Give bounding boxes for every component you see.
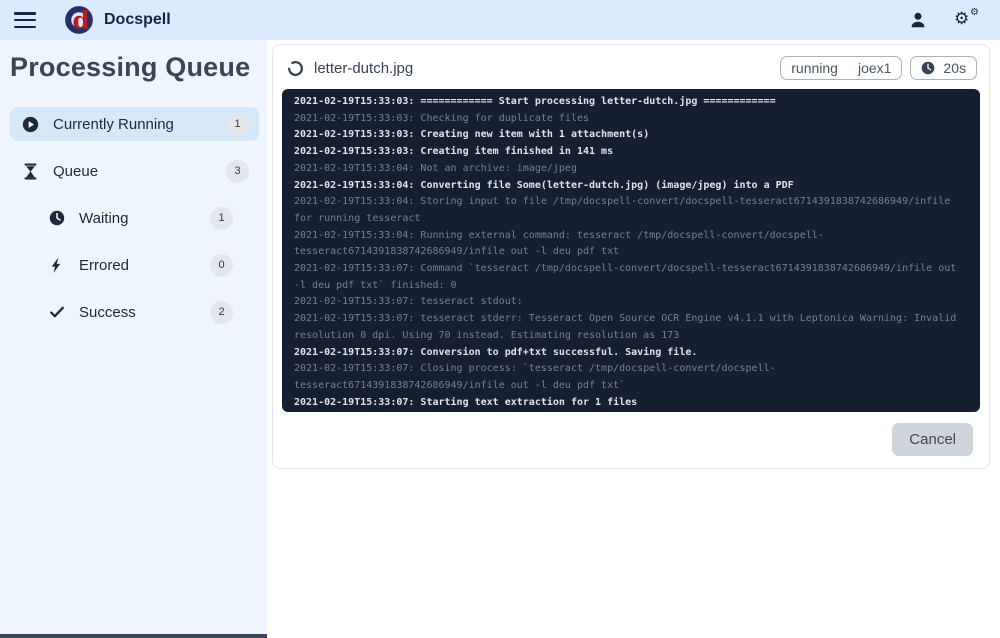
job-state-badge: running joex1 — [780, 56, 903, 80]
count-badge: 3 — [226, 159, 249, 183]
job-duration-badge: 20s — [910, 56, 977, 80]
docspell-logo: d — [64, 5, 94, 35]
log-line: 2021-02-19T15:33:03: Creating item finis… — [294, 146, 614, 158]
bolt-icon — [48, 257, 65, 274]
log-line: 2021-02-19T15:33:07: Starting text extra… — [294, 396, 638, 408]
log-line: 2021-02-19T15:33:07: tesseract stdout: — [294, 296, 529, 308]
log-line: 2021-02-19T15:33:04: Not an archive: ima… — [294, 162, 577, 174]
log-line: 2021-02-19T15:33:03: Checking for duplic… — [294, 112, 590, 124]
log-line: 2021-02-19T15:33:07: tesseract stderr: T… — [294, 313, 963, 341]
job-state: running — [791, 60, 838, 76]
job-card-footer: Cancel — [273, 412, 989, 468]
count-badge: 1 — [210, 206, 233, 230]
log-line: 2021-02-19T15:33:04: Running external co… — [294, 229, 824, 258]
log-line: 2021-02-19T15:33:07: Command `tesseract … — [294, 263, 963, 291]
sidebar-item-label: Currently Running — [53, 115, 174, 133]
page-title: Processing Queue — [10, 52, 251, 82]
sidebar-horizontal-scrollbar[interactable] — [0, 634, 267, 638]
log-line: 2021-02-19T15:33:03: ============ Start … — [294, 96, 776, 107]
main-content: letter-dutch.jpg running joex1 20s 2021-0… — [267, 40, 1000, 638]
job-duration: 20s — [943, 60, 966, 76]
job-filename: letter-dutch.jpg — [314, 59, 414, 77]
sidebar-item-label: Waiting — [79, 209, 129, 227]
spinner-icon — [287, 60, 304, 77]
user-icon[interactable] — [908, 10, 928, 30]
clock-icon — [921, 61, 935, 75]
hamburger-menu-icon[interactable] — [14, 12, 36, 28]
hourglass-icon — [22, 163, 39, 180]
settings-gears-icon[interactable]: ⚙ ⚙ — [954, 7, 979, 31]
count-badge: 1 — [226, 112, 249, 136]
sidebar-item-waiting[interactable]: Waiting 1 — [36, 201, 259, 235]
app-title: Docspell — [104, 11, 171, 28]
count-badge: 0 — [210, 253, 233, 277]
log-console[interactable]: 2021-02-19T15:33:03: ============ Start … — [282, 89, 980, 412]
check-icon — [48, 304, 65, 321]
sidebar-item-errored[interactable]: Errored 0 — [36, 248, 259, 282]
sidebar: Processing Queue Currently Running 1 Que… — [0, 40, 267, 638]
top-navbar: d Docspell ⚙ ⚙ — [0, 0, 1000, 40]
sidebar-item-label: Success — [79, 303, 136, 321]
job-worker: joex1 — [857, 60, 892, 76]
clock-icon — [48, 210, 65, 227]
log-line: 2021-02-19T15:33:04: Converting file Som… — [294, 179, 794, 191]
log-line: 2021-02-19T15:33:04: Storing input to fi… — [294, 196, 957, 224]
cancel-button[interactable]: Cancel — [892, 423, 973, 456]
sidebar-item-queue[interactable]: Queue 3 — [10, 154, 259, 188]
log-line: 2021-02-19T15:33:03: Creating new item w… — [294, 129, 650, 141]
sidebar-item-success[interactable]: Success 2 — [36, 295, 259, 329]
sidebar-item-label: Queue — [53, 162, 99, 180]
count-badge: 2 — [210, 300, 233, 324]
sidebar-item-currently-running[interactable]: Currently Running 1 — [10, 107, 259, 141]
play-circle-icon — [22, 116, 39, 133]
sidebar-item-label: Errored — [79, 256, 130, 274]
log-line: 2021-02-19T15:33:07: Closing process: `t… — [294, 363, 776, 391]
svg-text:d: d — [72, 5, 89, 34]
job-card-header: letter-dutch.jpg running joex1 20s — [273, 45, 989, 89]
job-card: letter-dutch.jpg running joex1 20s 2021-0… — [272, 44, 990, 469]
log-line: 2021-02-19T15:33:07: Conversion to pdf+t… — [294, 346, 698, 358]
